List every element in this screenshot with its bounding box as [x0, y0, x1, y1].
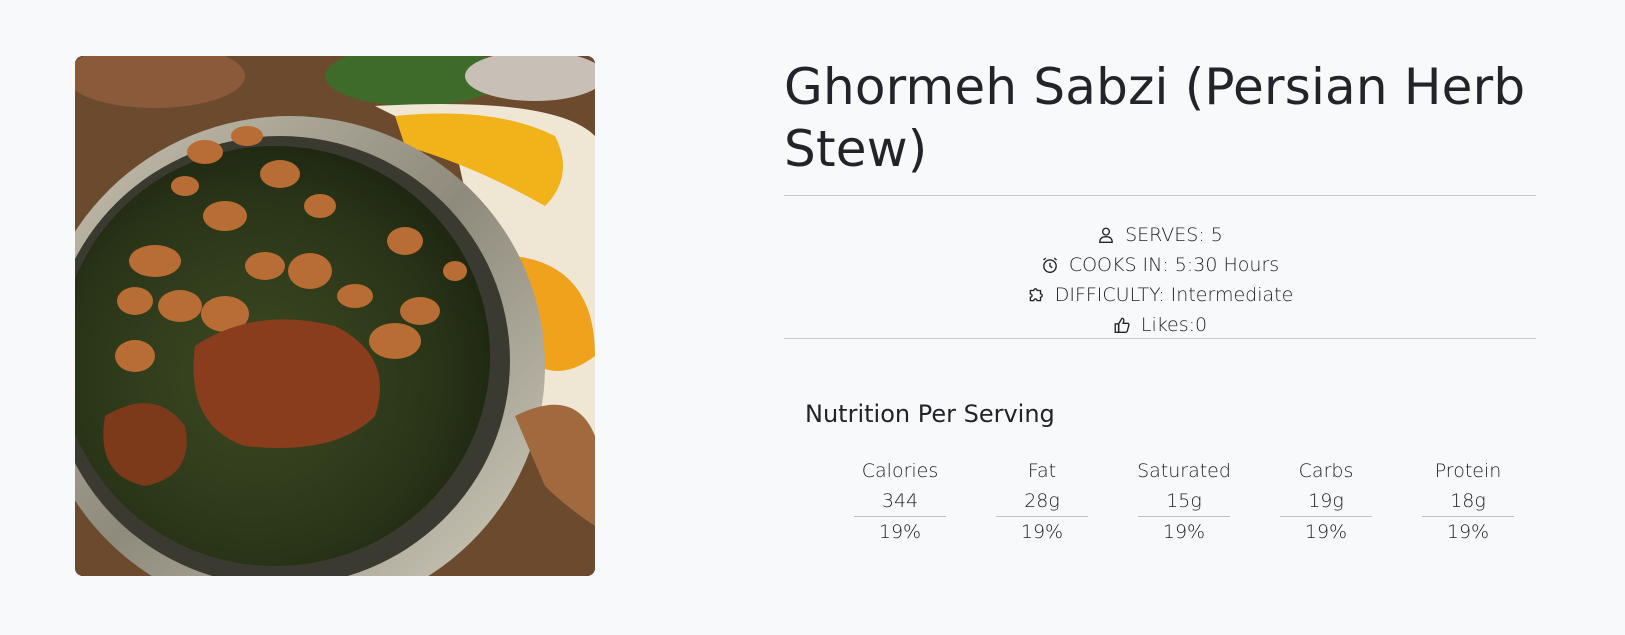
puzzle-icon: [1029, 288, 1043, 302]
nutrition-percent: 19%: [1162, 521, 1206, 543]
serves-row: SERVES: 5: [784, 220, 1536, 250]
nutrition-percent: 19%: [1020, 521, 1064, 543]
nutrition-value: 28g: [996, 486, 1088, 517]
recipe-detail: Ghormeh Sabzi (Persian Herb Stew) SERVES…: [784, 56, 1536, 543]
nutrition-value: 15g: [1138, 486, 1230, 517]
title-divider: [784, 195, 1536, 196]
recipe-image: [75, 56, 595, 576]
nutrition-title: Nutrition Per Serving: [805, 400, 1055, 428]
nutrition-table: Calories 344 19% Fat 28g 19% Saturated 1…: [829, 456, 1539, 547]
nutrition-carbs: Carbs 19g 19%: [1255, 456, 1397, 547]
difficulty-row: DIFFICULTY: Intermediate: [784, 280, 1536, 310]
nutrition-protein: Protein 18g 19%: [1397, 456, 1539, 547]
nutrition-saturated: Saturated 15g 19%: [1113, 456, 1255, 547]
serves-text: SERVES: 5: [1125, 224, 1223, 246]
recipe-photo-illustration: [75, 56, 595, 576]
recipe-meta: SERVES: 5 COOKS IN: 5:30 Hours DIFFICULT…: [784, 220, 1536, 340]
difficulty-text: DIFFICULTY: Intermediate: [1054, 284, 1294, 306]
nutrition-label: Carbs: [1298, 460, 1354, 482]
cook-time-text: COOKS IN: 5:30 Hours: [1068, 254, 1280, 276]
cook-time-row: COOKS IN: 5:30 Hours: [784, 250, 1536, 280]
nutrition-value: 344: [854, 486, 946, 517]
likes-row[interactable]: Likes:0: [784, 310, 1536, 340]
nutrition-percent: 19%: [1446, 521, 1490, 543]
nutrition-fat: Fat 28g 19%: [971, 456, 1113, 547]
nutrition-label: Protein: [1434, 460, 1502, 482]
nutrition-value: 19g: [1280, 486, 1372, 517]
likes-text: Likes:0: [1140, 314, 1208, 336]
alarm-clock-icon: [1042, 257, 1057, 273]
nutrition-label: Saturated: [1137, 460, 1231, 482]
nutrition-percent: 19%: [878, 521, 922, 543]
nutrition-label: Calories: [861, 460, 939, 482]
recipe-title: Ghormeh Sabzi (Persian Herb Stew): [784, 58, 1526, 178]
nutrition-label: Fat: [1027, 460, 1057, 482]
person-icon: [1099, 227, 1113, 243]
meta-divider: [784, 338, 1536, 339]
nutrition-percent: 19%: [1304, 521, 1348, 543]
thumbs-up-icon[interactable]: [1113, 316, 1131, 334]
nutrition-value: 18g: [1422, 486, 1514, 517]
nutrition-calories: Calories 344 19%: [829, 456, 971, 547]
